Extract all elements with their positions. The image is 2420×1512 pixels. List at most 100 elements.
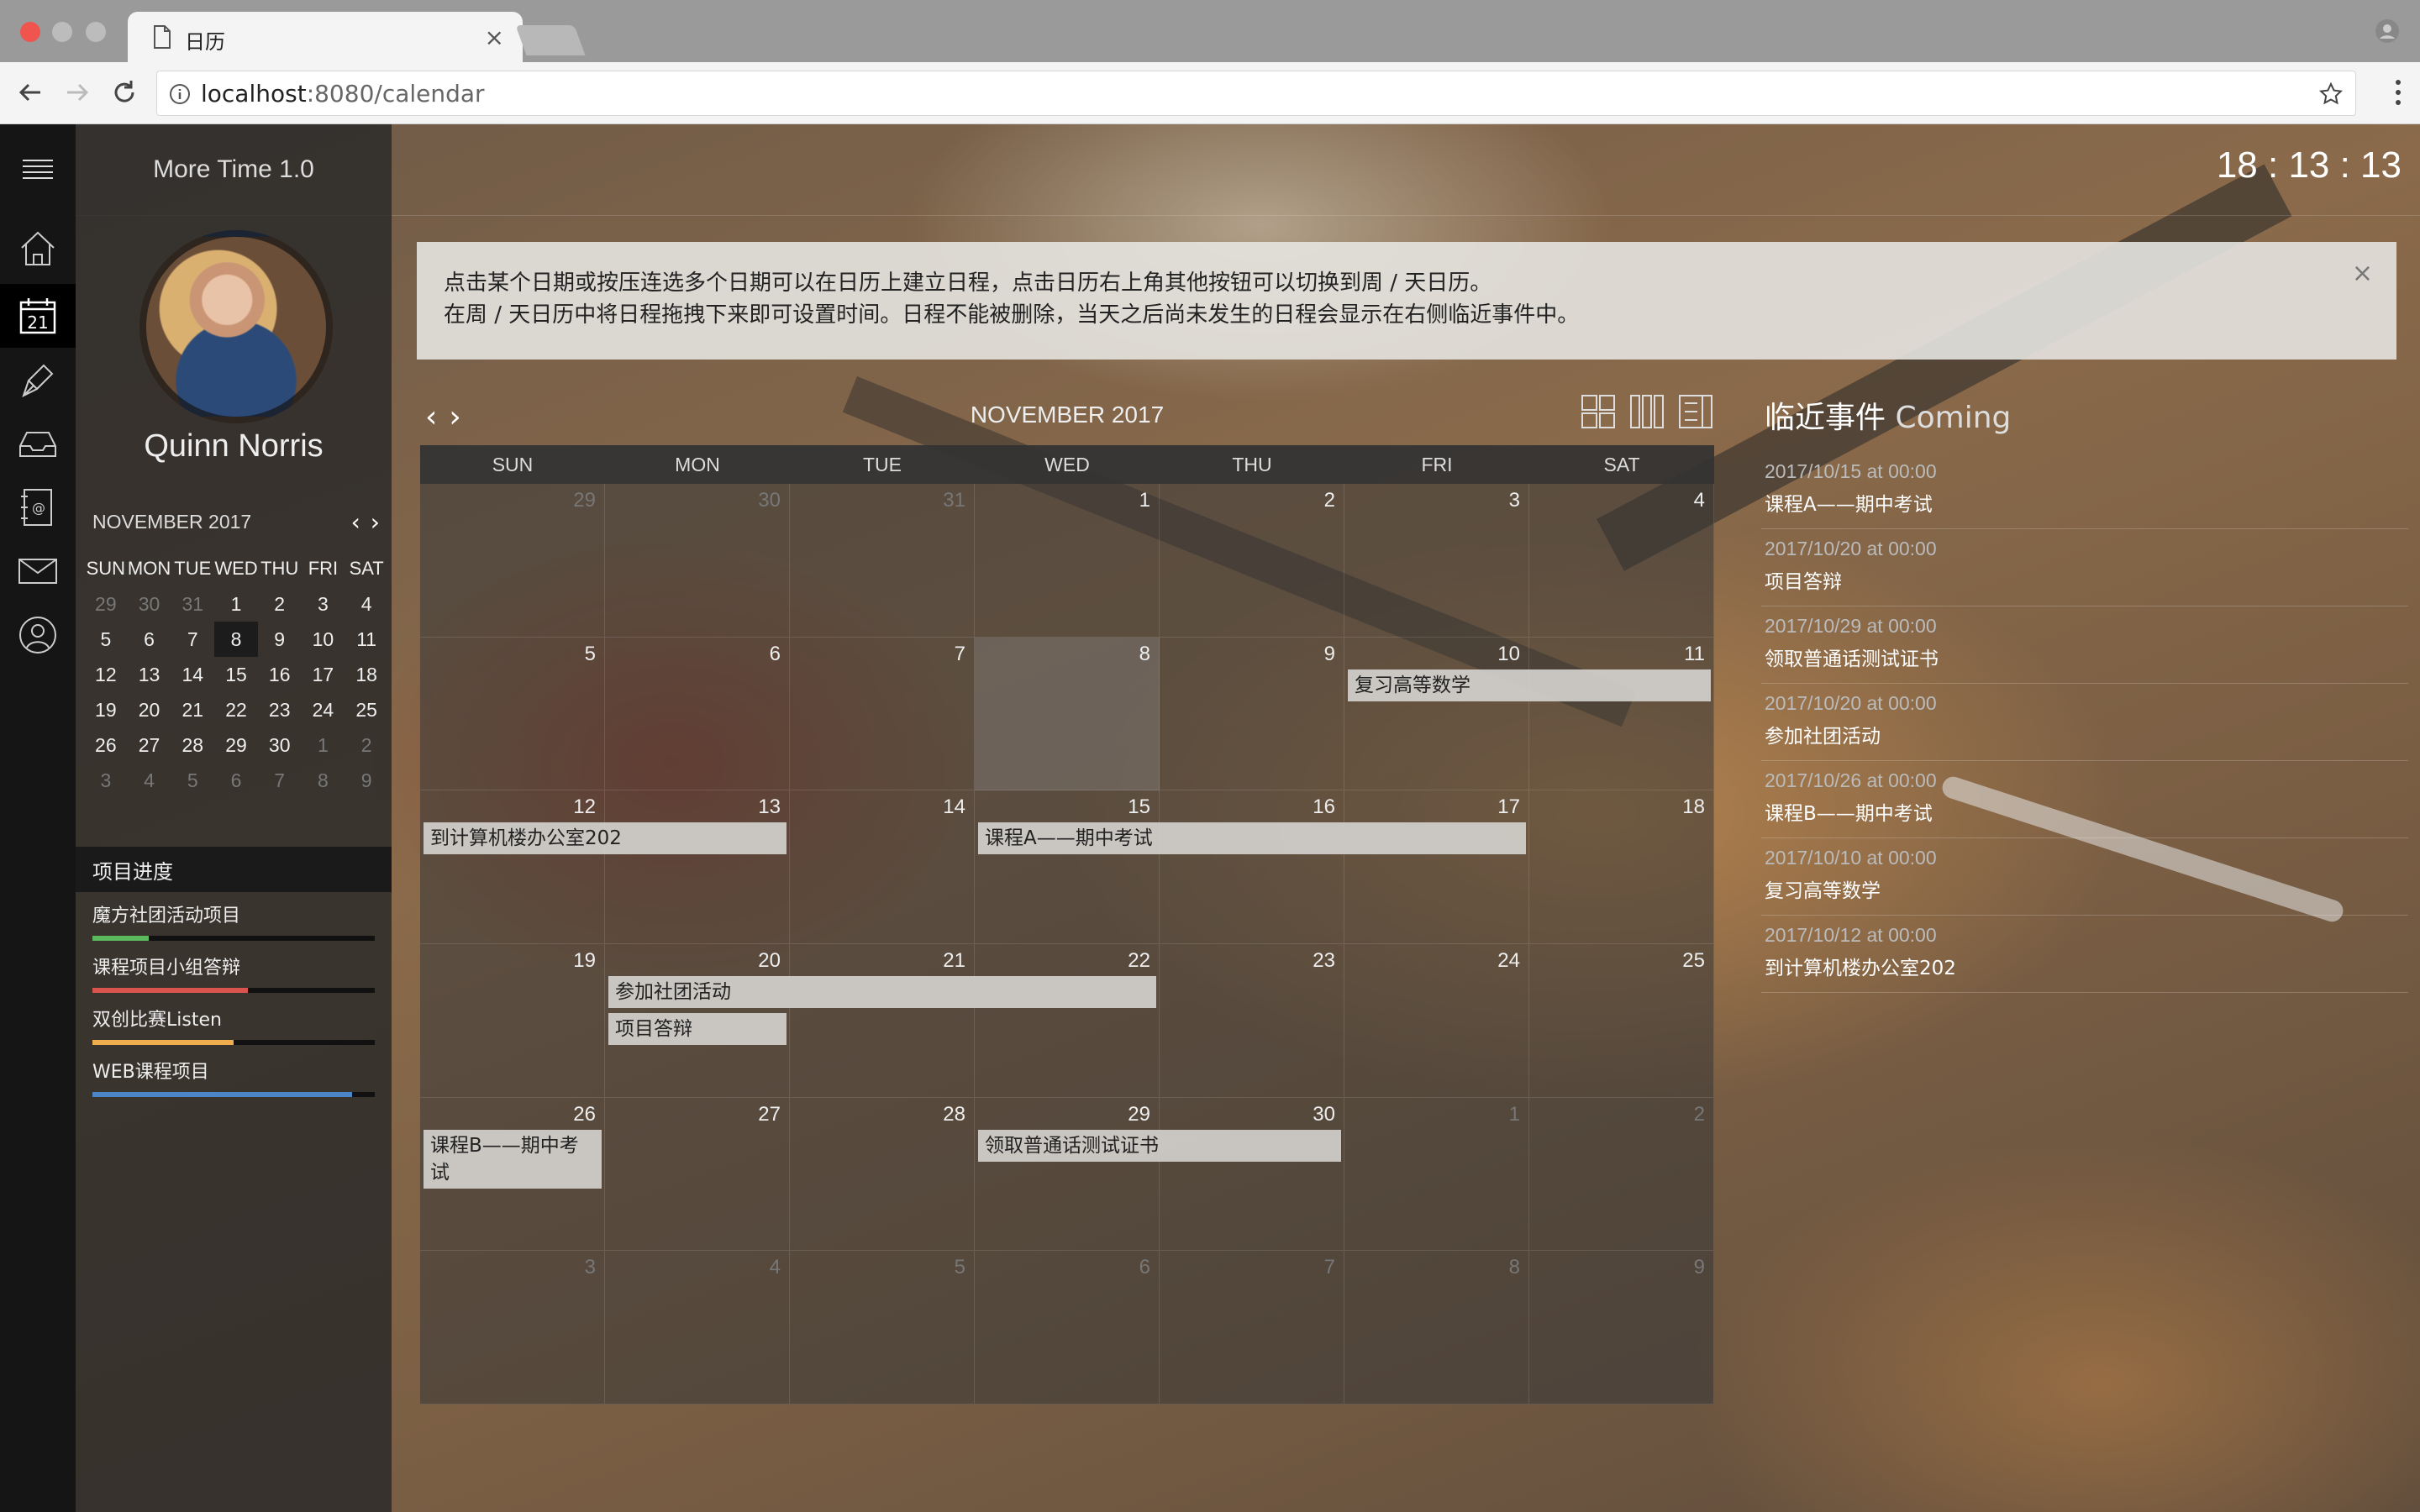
progress-item[interactable]: 课程项目小组答辩 [76, 944, 392, 996]
pen-icon[interactable] [0, 348, 76, 412]
calendar-day-cell[interactable]: 11 [1529, 637, 1714, 791]
mini-calendar-day[interactable]: 13 [128, 657, 171, 692]
calendar-day-cell[interactable]: 12 [420, 790, 605, 944]
calendar-day-cell[interactable]: 9 [1529, 1251, 1714, 1404]
alert-close-icon[interactable]: × [2352, 259, 2373, 288]
calendar-day-cell[interactable]: 6 [605, 637, 790, 791]
calendar-day-cell[interactable]: 29 [420, 484, 605, 638]
mini-calendar-day[interactable]: 29 [84, 586, 128, 622]
mini-calendar-day[interactable]: 23 [258, 692, 302, 727]
calendar-day-cell[interactable]: 5 [790, 1251, 975, 1404]
mini-calendar-day[interactable]: 16 [258, 657, 302, 692]
mini-calendar-day[interactable]: 8 [302, 763, 345, 798]
coming-event-item[interactable]: 2017/10/15 at 00:00 课程A——期中考试 [1761, 452, 2408, 529]
calendar-day-cell[interactable]: 15 [975, 790, 1160, 944]
coming-event-item[interactable]: 2017/10/12 at 00:00 到计算机楼办公室202 [1761, 916, 2408, 993]
calendar-day-cell[interactable]: 1 [1344, 1097, 1529, 1252]
week-view-icon[interactable] [1628, 393, 1665, 430]
inbox-icon[interactable] [0, 412, 76, 475]
calendar-day-cell[interactable]: 29 [975, 1097, 1160, 1252]
calendar-day-cell[interactable]: 25 [1529, 944, 1714, 1098]
calendar-day-cell[interactable]: 24 [1344, 944, 1529, 1098]
mini-calendar-day[interactable]: 8 [214, 622, 258, 657]
mail-icon[interactable] [0, 539, 76, 603]
mini-calendar-day[interactable]: 10 [302, 622, 345, 657]
maximize-window-button[interactable] [86, 22, 106, 42]
calendar-day-cell[interactable]: 4 [605, 1251, 790, 1404]
calendar-day-cell[interactable]: 2 [1160, 484, 1344, 638]
calendar-day-cell[interactable]: 19 [420, 944, 605, 1098]
mini-calendar-day[interactable]: 6 [214, 763, 258, 798]
calendar-day-cell[interactable]: 17 [1344, 790, 1529, 944]
calendar-day-cell[interactable]: 1 [975, 484, 1160, 638]
calendar-day-cell[interactable]: 3 [1344, 484, 1529, 638]
calendar-day-cell[interactable]: 27 [605, 1097, 790, 1252]
day-view-icon[interactable] [1677, 393, 1714, 430]
calendar-day-cell[interactable]: 7 [790, 637, 975, 791]
mini-calendar-day[interactable]: 12 [84, 657, 128, 692]
calendar-day-cell[interactable]: 31 [790, 484, 975, 638]
mini-calendar-day[interactable]: 27 [128, 727, 171, 763]
calendar-event[interactable]: 项目答辩 [608, 1013, 786, 1045]
calendar-day-cell[interactable]: 16 [1160, 790, 1344, 944]
coming-event-item[interactable]: 2017/10/20 at 00:00 项目答辩 [1761, 529, 2408, 606]
calendar-day-cell[interactable]: 30 [605, 484, 790, 638]
mini-calendar-day[interactable]: 9 [345, 763, 388, 798]
calendar-day-cell[interactable]: 21 [790, 944, 975, 1098]
info-icon[interactable] [169, 83, 191, 105]
calendar-event[interactable]: 领取普通话测试证书 [978, 1129, 1341, 1162]
calendar-day-cell[interactable]: 4 [1529, 484, 1714, 638]
calendar-day-cell[interactable]: 8 [1344, 1251, 1529, 1404]
mini-calendar-day[interactable]: 7 [258, 763, 302, 798]
calendar-day-cell[interactable]: 3 [420, 1251, 605, 1404]
calendar-day-cell[interactable]: 23 [1160, 944, 1344, 1098]
new-tab-button[interactable] [515, 25, 586, 55]
calendar-event[interactable]: 参加社团活动 [608, 976, 1156, 1008]
mini-calendar-day[interactable]: 24 [302, 692, 345, 727]
calendar-event[interactable]: 复习高等数学 [1348, 669, 1711, 701]
minimize-window-button[interactable] [52, 22, 72, 42]
mini-calendar-day[interactable]: 11 [345, 622, 388, 657]
calendar-day-cell[interactable]: 22 [975, 944, 1160, 1098]
back-icon[interactable] [15, 77, 45, 108]
coming-event-item[interactable]: 2017/10/29 at 00:00 领取普通话测试证书 [1761, 606, 2408, 684]
mini-calendar-day[interactable]: 3 [84, 763, 128, 798]
mini-calendar-day[interactable]: 19 [84, 692, 128, 727]
forward-icon[interactable] [62, 77, 92, 108]
mini-calendar-next-icon[interactable]: › [371, 508, 380, 536]
hamburger-menu-icon[interactable] [0, 138, 76, 202]
mini-calendar-day[interactable]: 28 [171, 727, 214, 763]
progress-item[interactable]: 魔方社团活动项目 [76, 892, 392, 944]
profile-icon[interactable] [2375, 18, 2400, 44]
month-view-icon[interactable] [1580, 393, 1617, 430]
mini-calendar-day[interactable]: 18 [345, 657, 388, 692]
calendar-day-cell[interactable]: 6 [975, 1251, 1160, 1404]
address-bar[interactable]: localhost:8080/calendar [156, 71, 2356, 116]
close-window-button[interactable] [20, 22, 40, 42]
mini-calendar-day[interactable]: 2 [258, 586, 302, 622]
mini-calendar-day[interactable]: 5 [84, 622, 128, 657]
browser-menu-icon[interactable] [2395, 79, 2402, 106]
mini-calendar-day[interactable]: 17 [302, 657, 345, 692]
calendar-day-cell[interactable]: 10 [1344, 637, 1529, 791]
mini-calendar-day[interactable]: 31 [171, 586, 214, 622]
progress-item[interactable]: 双创比赛Listen [76, 996, 392, 1048]
user-icon[interactable] [0, 603, 76, 667]
mini-calendar-day[interactable]: 2 [345, 727, 388, 763]
calendar-event[interactable]: 课程A——期中考试 [978, 822, 1526, 855]
calendar-day-cell[interactable]: 18 [1529, 790, 1714, 944]
calendar-day-cell[interactable]: 8 [975, 637, 1160, 791]
coming-event-item[interactable]: 2017/10/20 at 00:00 参加社团活动 [1761, 684, 2408, 761]
mini-calendar-day[interactable]: 9 [258, 622, 302, 657]
mini-calendar-day[interactable]: 1 [214, 586, 258, 622]
address-book-icon[interactable]: @ [0, 475, 76, 539]
calendar-icon[interactable]: 21 [0, 284, 76, 348]
calendar-next-icon[interactable]: › [449, 400, 460, 434]
mini-calendar-day[interactable]: 30 [128, 586, 171, 622]
mini-calendar-prev-icon[interactable]: ‹ [351, 508, 360, 536]
calendar-day-cell[interactable]: 30 [1160, 1097, 1344, 1252]
mini-calendar-day[interactable]: 25 [345, 692, 388, 727]
mini-calendar-day[interactable]: 15 [214, 657, 258, 692]
tab-close-icon[interactable]: × [485, 24, 504, 51]
calendar-event[interactable]: 到计算机楼办公室202 [424, 822, 786, 855]
